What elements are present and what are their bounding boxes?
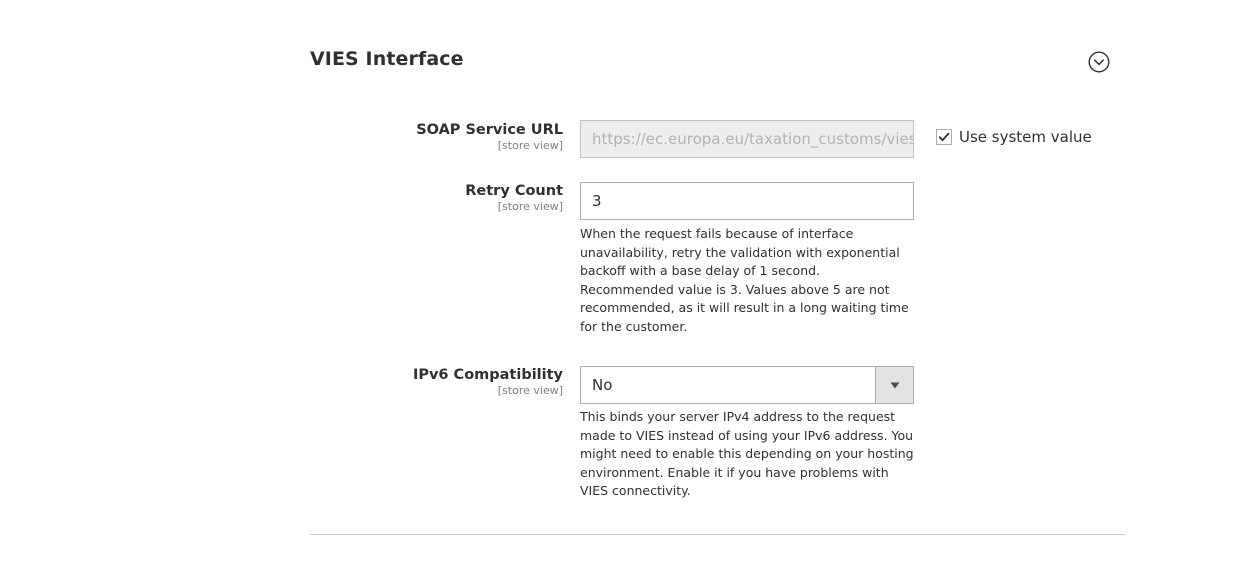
ipv6-note: This binds your server IPv4 address to t…	[580, 408, 920, 501]
section-divider	[310, 534, 1125, 535]
note-line: made to VIES instead of using your IPv6 …	[580, 427, 914, 443]
checkmark-icon	[938, 132, 950, 142]
soap-url-scope: [store view]	[497, 139, 563, 152]
note-line: environment. Enable it if you have probl…	[580, 464, 889, 480]
ipv6-selected-value: No	[592, 376, 613, 394]
use-system-value-checkbox[interactable]	[936, 129, 952, 145]
select-arrow[interactable]	[875, 367, 913, 403]
ipv6-select[interactable]: No	[580, 366, 914, 404]
retry-count-label: Retry Count [store view]	[465, 183, 563, 213]
soap-url-input[interactable]: https://ec.europa.eu/taxation_customs/vi…	[580, 120, 914, 158]
retry-count-label-text: Retry Count	[465, 183, 563, 199]
soap-url-label: SOAP Service URL [store view]	[416, 122, 563, 152]
note-line: unavailability, retry the validation wit…	[580, 244, 900, 260]
note-line: for the customer.	[580, 318, 688, 334]
soap-url-label-text: SOAP Service URL	[416, 122, 563, 138]
note-line: backoff with a base delay of 1 second.	[580, 263, 821, 278]
note-line: Recommended value is 3. Values above 5 a…	[580, 281, 890, 297]
chevron-down-circle-icon[interactable]	[1088, 51, 1110, 73]
note-line: When the request fails because of interf…	[580, 226, 854, 241]
use-system-value-label[interactable]: Use system value	[959, 128, 1092, 146]
ipv6-label-text: IPv6 Compatibility	[412, 367, 563, 383]
triangle-down-icon	[890, 382, 899, 388]
note-line: might need to enable this depending on y…	[580, 446, 914, 461]
note-line: This binds your server IPv4 address to t…	[580, 409, 896, 424]
note-line: VIES connectivity.	[580, 483, 691, 498]
note-line: recommended, as it will result in a long…	[580, 300, 909, 315]
vies-interface-section: VIES Interface SOAP Service URL [store v…	[310, 0, 1125, 566]
section-title: VIES Interface	[310, 48, 464, 70]
retry-count-scope: [store view]	[497, 200, 563, 213]
ipv6-label: IPv6 Compatibility [store view]	[413, 367, 563, 397]
retry-count-note: When the request fails because of interf…	[580, 225, 920, 336]
use-system-value[interactable]: Use system value	[936, 128, 1092, 146]
retry-count-input[interactable]: 3	[580, 182, 914, 220]
ipv6-scope: [store view]	[497, 384, 563, 397]
